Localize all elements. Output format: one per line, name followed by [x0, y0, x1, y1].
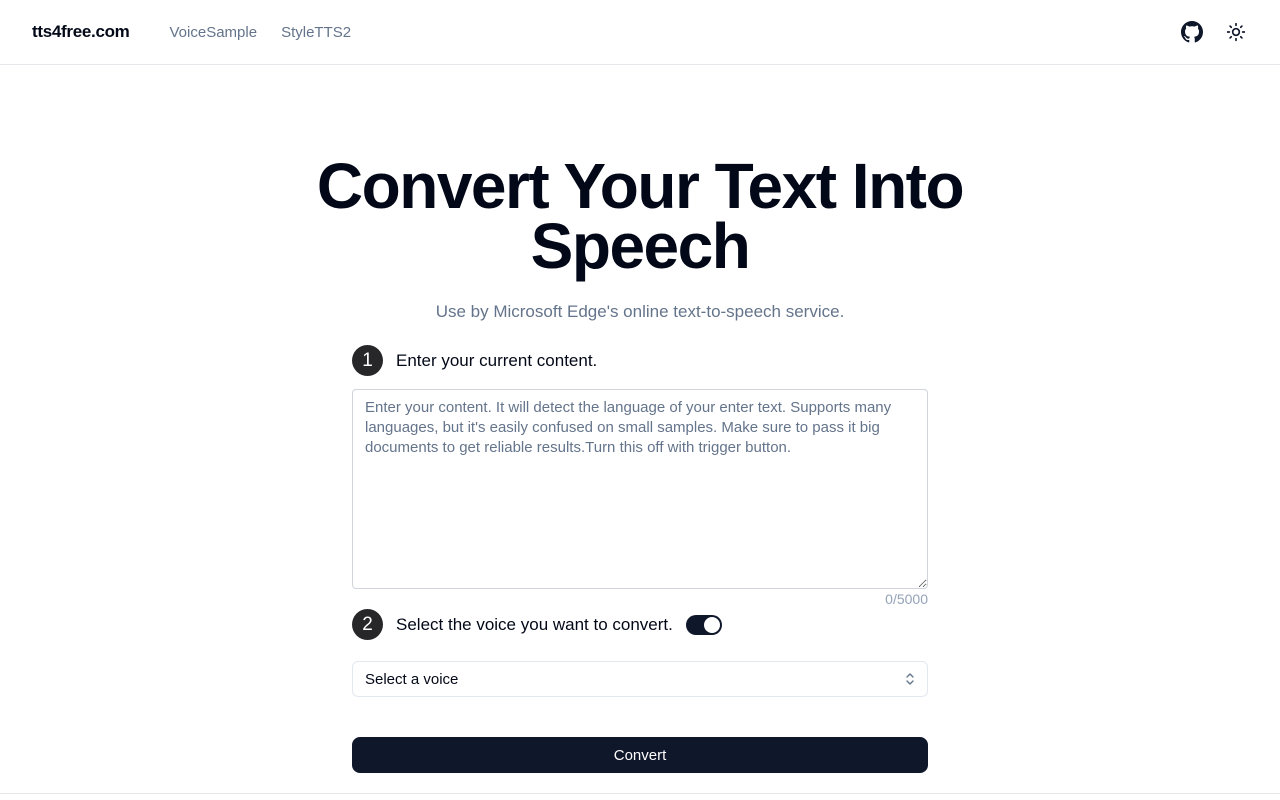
- site-header: tts4free.com VoiceSample StyleTTS2: [0, 0, 1280, 65]
- chevron-up-down-icon: [905, 672, 915, 686]
- site-logo[interactable]: tts4free.com: [32, 22, 130, 42]
- convert-button[interactable]: Convert: [352, 737, 928, 773]
- step-1-label: Enter your current content.: [396, 350, 598, 370]
- content-textarea[interactable]: [352, 389, 928, 589]
- step-2-badge: 2: [352, 609, 383, 640]
- toggle-knob: [703, 616, 720, 633]
- github-icon[interactable]: [1180, 20, 1204, 44]
- sun-icon[interactable]: [1224, 20, 1248, 44]
- main-nav: VoiceSample StyleTTS2: [170, 24, 352, 41]
- language-detect-toggle[interactable]: [685, 614, 722, 635]
- voice-select-value: Select a voice: [365, 670, 459, 688]
- step-1-badge: 1: [352, 345, 383, 376]
- voice-select[interactable]: Select a voice: [352, 661, 928, 697]
- character-counter: 0/5000: [885, 591, 928, 607]
- page-title: Convert Your Text Into Speech: [316, 150, 965, 282]
- step-1: 1 Enter your current content.: [352, 345, 597, 376]
- step-2: 2 Select the voice you want to convert.: [352, 609, 722, 640]
- header-actions: [1180, 20, 1248, 44]
- footer-divider: [0, 793, 1280, 794]
- page-subtitle: Use by Microsoft Edge's online text-to-s…: [435, 302, 845, 321]
- nav-styletts2[interactable]: StyleTTS2: [281, 24, 351, 41]
- nav-voicesample[interactable]: VoiceSample: [170, 24, 258, 41]
- step-2-label: Select the voice you want to convert.: [396, 614, 673, 634]
